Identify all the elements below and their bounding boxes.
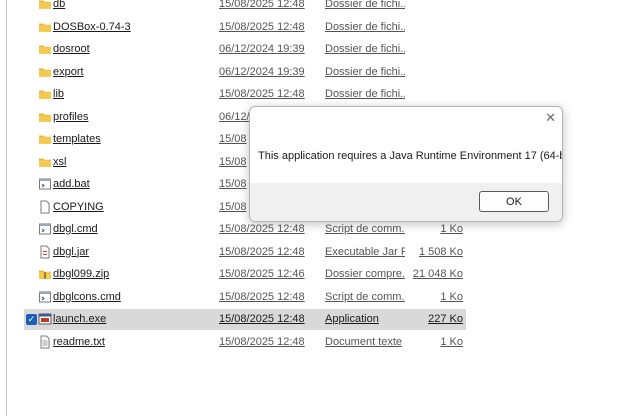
file-name[interactable]: dbgl.jar (53, 246, 89, 258)
file-row[interactable]: dbgl099.zip 15/08/2025 12:46 Dossier compr… (24, 264, 466, 285)
file-date: 15/08/2025 12:48 (219, 290, 305, 303)
close-icon[interactable]: ✕ (545, 110, 556, 126)
file-type: Dossier de fichi... (325, 43, 405, 55)
dialog-message: This application requires a Java Runtime… (258, 150, 563, 162)
file-row[interactable]: dbglcons.cmd 15/08/2025 12:48 Script de co… (24, 287, 466, 308)
file-size: 1 Ko (440, 290, 463, 303)
text-file-icon (38, 335, 52, 349)
file-date: 15/08 (219, 133, 247, 145)
file-size: 227 Ko (428, 313, 463, 325)
folder-icon (38, 132, 52, 146)
zip-folder-icon (38, 267, 52, 281)
file-name[interactable]: add.bat (53, 178, 90, 190)
file-name[interactable]: export (53, 66, 84, 78)
error-dialog: ✕ This application requires a Java Runti… (249, 106, 563, 222)
file-size: 1 508 Ko (418, 245, 463, 258)
script-icon (38, 222, 52, 236)
file-row[interactable]: lib 15/08/2025 12:48 Dossier de fichi... (24, 84, 466, 105)
file-name[interactable]: lib (53, 88, 64, 100)
folder-icon (38, 0, 52, 11)
file-date: 06/12/ (219, 110, 250, 123)
file-name[interactable]: DOSBox-0.74-3 (53, 21, 131, 33)
file-name[interactable]: profiles (53, 111, 88, 123)
file-type: Dossier compre... (325, 268, 405, 280)
file-type: Application (325, 313, 379, 325)
folder-icon (38, 65, 52, 79)
folder-icon (38, 110, 52, 124)
file-type: Script de comm... (325, 290, 405, 303)
folder-icon (38, 42, 52, 56)
file-date: 15/08/2025 12:48 (219, 0, 305, 10)
file-type: Dossier de fichi... (325, 20, 405, 33)
file-date: 15/08 (219, 178, 247, 190)
file-row[interactable]: dbgl.cmd 15/08/2025 12:48 Script de comm..… (24, 219, 466, 240)
script-icon (38, 177, 52, 191)
file-type: Script de comm... (325, 223, 405, 235)
file-date: 15/08/2025 12:48 (219, 88, 305, 100)
file-date: 15/08/2025 12:48 (219, 223, 305, 235)
file-name[interactable]: launch.exe (53, 313, 106, 325)
file-date: 15/08/2025 12:48 (219, 245, 305, 258)
file-name[interactable]: dosroot (53, 43, 90, 55)
folder-icon (38, 20, 52, 34)
file-row[interactable]: dbgl.jar 15/08/2025 12:48 Executable Jar F… (24, 242, 466, 263)
file-name[interactable]: dbgl.cmd (53, 223, 98, 235)
file-date: 15/08/2025 12:48 (219, 313, 305, 325)
file-type: Dossier de fichi... (325, 0, 405, 10)
file-date: 06/12/2024 19:39 (219, 65, 305, 78)
file-date: 15/08/2025 12:48 (219, 335, 305, 348)
dialog-footer: OK (250, 183, 562, 221)
file-size: 1 Ko (440, 335, 463, 348)
file-size: 1 Ko (440, 223, 463, 235)
file-name[interactable]: dbgl099.zip (53, 268, 109, 280)
checkbox-checked-icon[interactable]: ✓ (26, 314, 37, 325)
file-date: 15/08 (219, 155, 247, 168)
file-date: 15/08/2025 12:48 (219, 20, 305, 33)
file-name[interactable]: templates (53, 133, 101, 145)
file-date: 15/08/2025 12:46 (219, 268, 305, 280)
file-type: Executable Jar F... (325, 245, 405, 258)
file-row[interactable]: export 06/12/2024 19:39 Dossier de fichi..… (24, 62, 466, 83)
file-row[interactable]: ✓ launch.exe 15/08/2025 12:48 Application 22… (24, 309, 466, 330)
app-icon (38, 312, 52, 326)
folder-icon (38, 87, 52, 101)
file-type: Dossier de fichi... (325, 65, 405, 78)
file-size: 21 048 Ko (412, 268, 463, 280)
file-row[interactable]: db 15/08/2025 12:48 Dossier de fichi... (24, 0, 466, 15)
file-name[interactable]: COPYING (53, 201, 104, 213)
file-date: 06/12/2024 19:39 (219, 43, 305, 55)
file-name[interactable]: dbglcons.cmd (53, 291, 121, 303)
file-row[interactable]: readme.txt 15/08/2025 12:48 Document texte… (24, 332, 466, 353)
file-name[interactable]: readme.txt (53, 336, 105, 348)
folder-icon (38, 155, 52, 169)
jar-icon (38, 245, 52, 259)
file-date: 15/08 (219, 200, 247, 213)
ok-button[interactable]: OK (479, 191, 549, 212)
script-icon (38, 290, 52, 304)
file-type: Document texte (325, 335, 403, 348)
file-row[interactable]: dosroot 06/12/2024 19:39 Dossier de fichi.… (24, 39, 466, 60)
file-type: Dossier de fichi... (325, 88, 405, 100)
file-name[interactable]: db (53, 0, 65, 10)
file-name[interactable]: xsl (53, 156, 66, 168)
file-row[interactable]: DOSBox-0.74-3 15/08/2025 12:48 Dossier de … (24, 17, 466, 38)
document-icon (38, 200, 52, 214)
